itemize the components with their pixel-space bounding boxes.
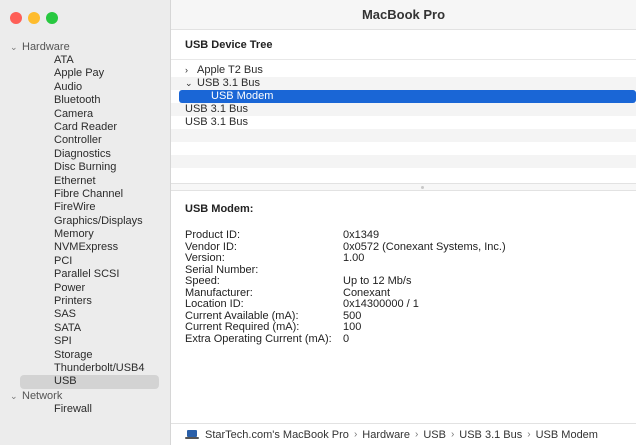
- chevron-right-icon: ›: [353, 429, 358, 440]
- path-crumb[interactable]: Hardware: [362, 429, 410, 441]
- property-list: Product ID: 0x1349 Vendor ID: 0x0572 (Conex…: [185, 229, 630, 346]
- sidebar-item-diagnostics[interactable]: Diagnostics: [0, 148, 171, 161]
- chevron-right-icon[interactable]: ›: [185, 64, 197, 77]
- usb-tree-row-label: USB Modem: [211, 90, 274, 102]
- sidebar-item-pci[interactable]: PCI: [0, 255, 171, 268]
- usb-tree-row-label: Apple T2 Bus: [197, 64, 263, 76]
- chevron-right-icon: ›: [414, 429, 419, 440]
- property-key: Speed:: [185, 275, 220, 287]
- sidebar-item-spi[interactable]: SPI: [0, 335, 171, 348]
- main-pane: MacBook Pro USB Device Tree › Apple T2 Bu…: [171, 0, 636, 445]
- sidebar-item-usb[interactable]: USB: [20, 375, 159, 389]
- chevron-down-icon[interactable]: ⌄: [10, 40, 22, 54]
- sidebar-item-bluetooth[interactable]: Bluetooth: [0, 94, 171, 107]
- sidebar-item-storage[interactable]: Storage: [0, 349, 171, 362]
- sidebar-group-label: Network: [22, 389, 63, 402]
- usb-tree-row-label: USB 3.1 Bus: [185, 103, 248, 115]
- sidebar-group-hardware[interactable]: ⌄ Hardware: [0, 40, 171, 54]
- property-value: Up to 12 Mb/s: [343, 275, 412, 287]
- property-row: Speed: Up to 12 Mb/s: [185, 275, 630, 288]
- property-value: 100: [343, 321, 362, 333]
- usb-tree-row[interactable]: USB 3.1 Bus: [171, 103, 636, 116]
- property-value: 0x1349: [343, 229, 380, 241]
- window-controls: [10, 12, 58, 24]
- sidebar-item-sata[interactable]: SATA: [0, 322, 171, 335]
- sidebar-item-firewall[interactable]: Firewall: [0, 403, 171, 416]
- sidebar-group-label: Hardware: [22, 41, 70, 53]
- window-title: MacBook Pro: [171, 0, 636, 30]
- property-row: Version: 1.00: [185, 252, 630, 265]
- usb-tree-row-label: USB 3.1 Bus: [185, 116, 248, 128]
- sidebar-item-memory[interactable]: Memory: [0, 228, 171, 241]
- sidebar-group-network[interactable]: ⌄ Network: [0, 389, 171, 403]
- system-information-window: ⌄ Hardware ATA Apple Pay Audio Bluetooth Camer…: [0, 0, 636, 445]
- property-key: Extra Operating Current (mA):: [185, 332, 332, 345]
- empty-list-row: [171, 168, 636, 181]
- path-crumb[interactable]: USB Modem: [536, 429, 598, 441]
- usb-tree-row[interactable]: › Apple T2 Bus: [171, 64, 636, 77]
- property-key: Current Required (mA):: [185, 321, 300, 333]
- sidebar-item-sas[interactable]: SAS: [0, 308, 171, 321]
- usb-tree-row[interactable]: ⌄ USB 3.1 Bus: [171, 77, 636, 90]
- usb-tree-row[interactable]: USB Modem: [179, 90, 636, 103]
- sidebar-item-power[interactable]: Power: [0, 282, 171, 295]
- chevron-right-icon: ›: [450, 429, 455, 440]
- sidebar-item-card-reader[interactable]: Card Reader: [0, 121, 171, 134]
- usb-device-list: › Apple T2 Bus ⌄ USB 3.1 Bus USB Modem USB 3.…: [171, 60, 636, 181]
- usb-tree-row-label: USB 3.1 Bus: [197, 77, 260, 89]
- sidebar-item-printers[interactable]: Printers: [0, 295, 171, 308]
- empty-list-row: [171, 142, 636, 155]
- sidebar-item-ethernet[interactable]: Ethernet: [0, 175, 171, 188]
- detail-title: USB Modem:: [185, 203, 254, 215]
- property-value: 0x14300000 / 1: [343, 298, 419, 310]
- laptop-icon: [185, 430, 199, 439]
- property-key: Location ID:: [185, 298, 244, 310]
- chevron-down-icon[interactable]: ⌄: [10, 389, 22, 403]
- property-value: 0x0572 (Conexant Systems, Inc.): [343, 240, 506, 253]
- sidebar-item-controller[interactable]: Controller: [0, 134, 171, 147]
- property-row: Current Required (mA): 100: [185, 321, 630, 334]
- close-window-button[interactable]: [10, 12, 22, 24]
- empty-list-row: [171, 155, 636, 168]
- sidebar-item-firewire[interactable]: FireWire: [0, 201, 171, 214]
- usb-tree-header: USB Device Tree: [171, 30, 636, 60]
- sidebar-item-graphics-displays[interactable]: Graphics/Displays: [0, 215, 171, 228]
- empty-list-row: [171, 129, 636, 142]
- path-crumb[interactable]: USB 3.1 Bus: [459, 429, 522, 441]
- property-value: 1.00: [343, 252, 365, 264]
- property-key: Version:: [185, 252, 225, 264]
- minimize-window-button[interactable]: [28, 12, 40, 24]
- path-bar: StarTech.com's MacBook Pro › Hardware › USB ›…: [171, 423, 636, 445]
- sidebar-item-ata[interactable]: ATA: [0, 54, 171, 67]
- path-crumb[interactable]: USB: [423, 429, 446, 441]
- property-row: Extra Operating Current (mA): 0: [185, 332, 630, 346]
- sidebar-item-disc-burning[interactable]: Disc Burning: [0, 161, 171, 174]
- property-value: 0: [343, 332, 350, 345]
- sidebar: ⌄ Hardware ATA Apple Pay Audio Bluetooth Camer…: [0, 0, 171, 445]
- path-crumb[interactable]: StarTech.com's MacBook Pro: [205, 429, 349, 441]
- usb-tree-row[interactable]: USB 3.1 Bus: [171, 116, 636, 129]
- pane-splitter[interactable]: [171, 183, 636, 191]
- sidebar-item-apple-pay[interactable]: Apple Pay: [0, 67, 171, 80]
- sidebar-tree: ⌄ Hardware ATA Apple Pay Audio Bluetooth Camer…: [0, 40, 171, 416]
- sidebar-item-nvmexpress[interactable]: NVMExpress: [0, 241, 171, 254]
- splitter-grip-icon: [421, 186, 424, 189]
- property-row: Vendor ID: 0x0572 (Conexant Systems, Inc.…: [185, 240, 630, 254]
- sidebar-item-thunderbolt-usb4[interactable]: Thunderbolt/USB4: [0, 362, 171, 375]
- sidebar-item-fibre-channel[interactable]: Fibre Channel: [0, 188, 171, 201]
- property-key: Product ID:: [185, 229, 241, 241]
- sidebar-item-audio[interactable]: Audio: [0, 81, 171, 94]
- property-row: Location ID: 0x14300000 / 1: [185, 298, 630, 311]
- sidebar-item-camera[interactable]: Camera: [0, 108, 171, 121]
- sidebar-item-parallel-scsi[interactable]: Parallel SCSI: [0, 268, 171, 281]
- zoom-window-button[interactable]: [46, 12, 58, 24]
- device-detail: USB Modem: Product ID: 0x1349 Vendor ID: 0x…: [185, 203, 630, 345]
- property-row: Product ID: 0x1349: [185, 229, 630, 242]
- chevron-right-icon: ›: [527, 429, 531, 440]
- chevron-down-icon[interactable]: ⌄: [185, 77, 197, 90]
